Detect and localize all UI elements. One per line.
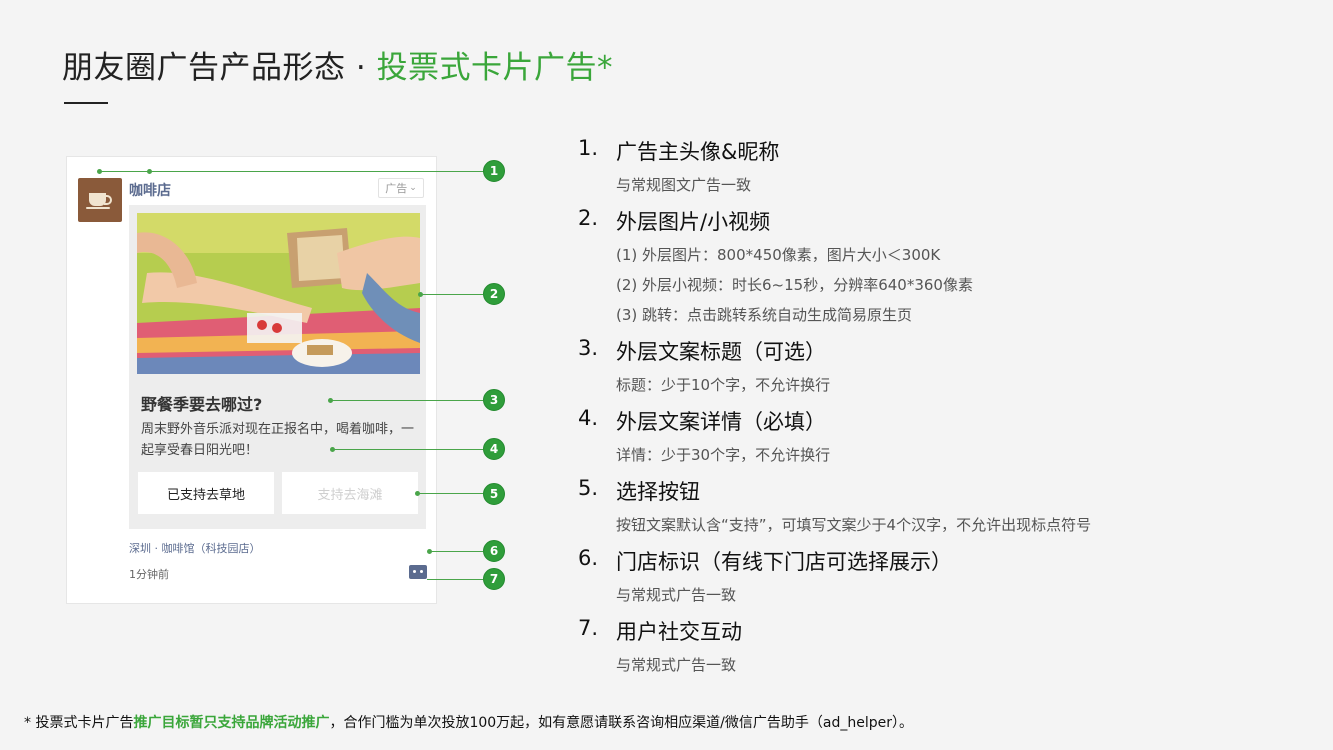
spec-number: 5. <box>578 476 599 500</box>
callout-number-3: 3 <box>483 389 505 411</box>
callout-line-7 <box>427 579 483 580</box>
callout-number-5: 5 <box>483 483 505 505</box>
spec-detail: (1) 外层图片：800*450像素，图片大小＜300K <box>616 246 941 264</box>
callout-line-1 <box>100 171 484 172</box>
spec-number: 7. <box>578 616 599 640</box>
spec-heading: 门店标识（有线下门店可选择展示） <box>616 550 952 574</box>
callout-line-2 <box>421 294 483 295</box>
spec-number: 6. <box>578 546 599 570</box>
spec-detail: 按钮文案默认含“支持”，可填写文案少于4个汉字，不允许出现标点符号 <box>616 516 1092 534</box>
card-description: 周末野外音乐派对现在正报名中，喝着咖啡，一起享受春日阳光吧！ <box>141 422 415 458</box>
title-underline <box>64 102 108 104</box>
footnote-suffix: ，合作门槛为单次投放100万起，如有意愿请联系咨询相应渠道/微信广告助手（ad_… <box>329 715 913 731</box>
spec-heading: 广告主头像&昵称 <box>616 140 780 164</box>
spec-detail: 与常规图文广告一致 <box>616 176 752 194</box>
spec-number: 4. <box>578 406 599 430</box>
callout-number-6: 6 <box>483 540 505 562</box>
chevron-down-icon: ⌄ <box>409 183 417 193</box>
card-title: 野餐季要去哪过? <box>141 395 263 414</box>
spec-heading: 外层图片/小视频 <box>616 210 771 234</box>
ad-tag-dropdown[interactable]: 广告 ⌄ <box>378 178 424 198</box>
callout-number-7: 7 <box>483 568 505 590</box>
spec-detail: (2) 外层小视频：时长6~15秒，分辨率640*360像素 <box>616 276 973 294</box>
spec-detail: (3) 跳转：点击跳转系统自动生成简易原生页 <box>616 306 913 324</box>
vote-option-1-button[interactable]: 已支持去草地 <box>138 472 274 514</box>
spec-detail: 与常规式广告一致 <box>616 656 737 674</box>
advertiser-nickname[interactable]: 咖啡店 <box>129 180 171 200</box>
spec-number: 1. <box>578 136 599 160</box>
spec-detail: 与常规式广告一致 <box>616 586 737 604</box>
coffee-cup-icon <box>86 193 112 209</box>
footnote: * 投票式卡片广告推广目标暂只支持品牌活动推广，合作门槛为单次投放100万起，如… <box>24 712 913 732</box>
comment-icon[interactable] <box>409 565 427 579</box>
outer-image[interactable] <box>137 213 420 374</box>
spec-number: 3. <box>578 336 599 360</box>
ad-tag-label: 广告 <box>385 182 408 195</box>
vote-option-2-button[interactable]: 支持去海滩 <box>282 472 418 514</box>
callout-number-2: 2 <box>483 283 505 305</box>
footnote-prefix: * 投票式卡片广告 <box>24 715 134 731</box>
callout-line-6 <box>430 551 483 552</box>
page-title-highlight: 投票式卡片广告* <box>376 50 614 86</box>
advertiser-avatar[interactable] <box>78 178 122 222</box>
store-location-link[interactable]: 深圳 · 咖啡馆（科技园店） <box>129 540 261 556</box>
spec-number: 2. <box>578 206 599 230</box>
callout-number-1: 1 <box>483 160 505 182</box>
spec-detail: 详情：少于30个字，不允许换行 <box>616 446 831 464</box>
page-title: 朋友圈广告产品形态 · 投票式卡片广告* <box>62 46 613 90</box>
page-title-prefix: 朋友圈广告产品形态 · <box>62 50 377 86</box>
spec-heading: 外层文案详情（必填） <box>616 410 826 434</box>
spec-detail: 标题：少于10个字，不允许换行 <box>616 376 831 394</box>
spec-heading: 用户社交互动 <box>616 620 742 644</box>
callout-line-4 <box>333 449 483 450</box>
footnote-highlight: 推广目标暂只支持品牌活动推广 <box>133 715 330 731</box>
spec-heading: 选择按钮 <box>616 480 700 504</box>
post-time: 1分钟前 <box>129 568 169 581</box>
callout-line-5 <box>418 493 483 494</box>
spec-heading: 外层文案标题（可选） <box>616 340 826 364</box>
callout-line-3 <box>331 400 483 401</box>
callout-number-4: 4 <box>483 438 505 460</box>
